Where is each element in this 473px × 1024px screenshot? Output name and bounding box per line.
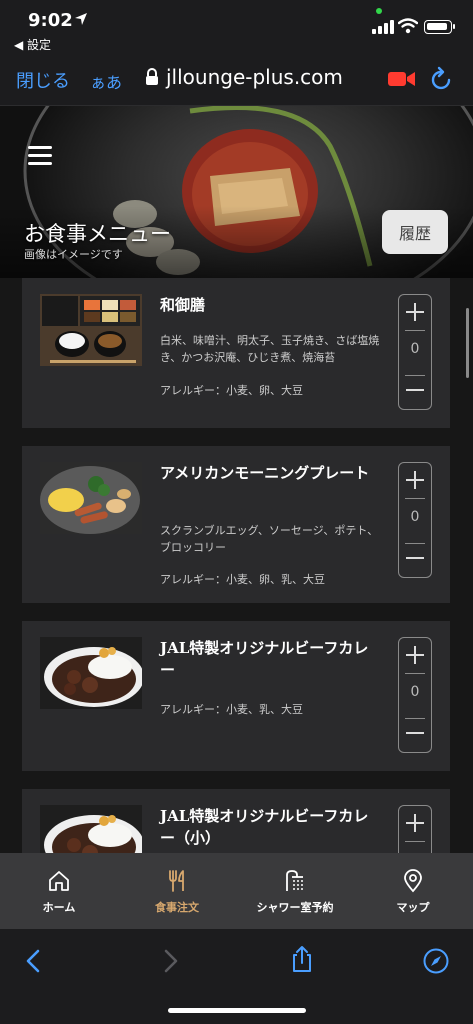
history-button[interactable]: 履歴 xyxy=(382,210,448,254)
share-icon[interactable] xyxy=(288,945,316,973)
quantity-stepper[interactable]: 0 xyxy=(398,462,432,578)
reload-icon[interactable] xyxy=(430,66,454,92)
menu-item-allergy: アレルギー：小麦、卵、大豆 xyxy=(160,384,303,397)
decrement-button[interactable] xyxy=(399,543,431,573)
wifi-icon xyxy=(398,18,418,34)
fork-knife-icon xyxy=(169,870,184,892)
nav-item-shower-booking[interactable]: シャワー室予約 xyxy=(236,853,354,929)
nav-label: マップ xyxy=(396,901,430,914)
menu-item-title: JAL特製オリジナルビーフカレー xyxy=(160,639,369,679)
menu-list[interactable]: 和御膳 白米、味噌汁、明太子、玉子焼き、さば塩焼き、かつお沢庵、ひじき煮、焼海苔… xyxy=(0,278,473,853)
location-arrow-icon xyxy=(75,13,87,25)
battery-icon xyxy=(424,20,455,34)
nav-item-home[interactable]: ホーム xyxy=(0,853,118,929)
back-arrow-icon[interactable] xyxy=(20,947,48,975)
hero-banner: お食事メニュー 画像はイメージです 履歴 xyxy=(0,106,473,278)
quantity-value: 0 xyxy=(410,684,420,700)
stepper-divider xyxy=(405,841,425,842)
text-size-button[interactable]: ぁあ xyxy=(90,69,122,93)
stepper-divider xyxy=(405,673,425,674)
page-title: お食事メニュー xyxy=(24,222,171,246)
close-button[interactable]: 閉じる xyxy=(16,67,70,93)
beef-curry-image xyxy=(40,637,142,709)
nav-label: 食事注文 xyxy=(155,901,199,914)
decrement-button[interactable] xyxy=(399,718,431,748)
increment-button[interactable] xyxy=(399,808,431,838)
browser-url-bar: 閉じる ぁあ jllounge-plus.com xyxy=(0,56,473,106)
menu-item-title: JAL特製オリジナルビーフカレー（小） xyxy=(160,807,369,847)
compass-icon[interactable] xyxy=(422,947,450,975)
camera-recording-icon[interactable] xyxy=(388,70,416,88)
american-plate-image xyxy=(40,462,142,534)
image-disclaimer: 画像はイメージです xyxy=(24,248,123,261)
quantity-value: 0 xyxy=(410,341,420,357)
status-bar: 9:02 ◀ 設定 xyxy=(0,0,473,56)
menu-item-description: スクランブルエッグ、ソーセージ、ポテト、ブロッコリー xyxy=(160,524,379,554)
forward-arrow-icon[interactable] xyxy=(156,947,184,975)
status-time: 9:02 xyxy=(28,10,73,31)
menu-item-title: アメリカンモーニングプレート xyxy=(160,464,370,482)
washoku-image xyxy=(40,294,142,366)
menu-item-title: 和御膳 xyxy=(160,296,206,314)
map-pin-icon xyxy=(404,869,422,893)
menu-item-card: JAL特製オリジナルビーフカレー（小） 0 xyxy=(22,789,450,853)
back-to-settings-link[interactable]: ◀ 設定 xyxy=(14,36,51,53)
quantity-stepper[interactable]: 0 xyxy=(398,637,432,753)
shower-icon xyxy=(286,870,303,891)
nav-label: シャワー室予約 xyxy=(256,901,334,914)
increment-button[interactable] xyxy=(399,465,431,495)
cellular-signal-icon xyxy=(372,20,394,34)
decrement-button[interactable] xyxy=(399,375,431,405)
nav-item-food-order[interactable]: 食事注文 xyxy=(118,853,236,929)
nav-item-map[interactable]: マップ xyxy=(354,853,472,929)
beef-curry-small-image xyxy=(40,805,142,853)
menu-hamburger-icon[interactable] xyxy=(28,146,52,165)
quantity-stepper[interactable]: 0 xyxy=(398,805,432,853)
quantity-value: 0 xyxy=(410,509,420,525)
home-indicator[interactable] xyxy=(168,1008,306,1013)
stepper-divider xyxy=(405,330,425,331)
increment-button[interactable] xyxy=(399,297,431,327)
lock-icon xyxy=(146,68,158,85)
menu-item-allergy: アレルギー：小麦、乳、大豆 xyxy=(160,703,303,716)
nav-label: ホーム xyxy=(42,901,76,914)
camera-in-use-indicator xyxy=(376,8,382,14)
menu-item-card: JAL特製オリジナルビーフカレー アレルギー：小麦、乳、大豆 0 xyxy=(22,621,450,771)
menu-item-allergy: アレルギー：小麦、卵、乳、大豆 xyxy=(160,573,325,586)
home-icon xyxy=(49,871,69,891)
bottom-nav: ホーム 食事注文 シャワー室予約 マップ xyxy=(0,853,473,929)
menu-item-card: 和御膳 白米、味噌汁、明太子、玉子焼き、さば塩焼き、かつお沢庵、ひじき煮、焼海苔… xyxy=(22,278,450,428)
menu-item-card: アメリカンモーニングプレート スクランブルエッグ、ソーセージ、ポテト、ブロッコリ… xyxy=(22,446,450,603)
menu-item-description: 白米、味噌汁、明太子、玉子焼き、さば塩焼き、かつお沢庵、ひじき煮、焼海苔 xyxy=(160,334,380,364)
scrollbar-thumb[interactable] xyxy=(466,308,469,378)
url-domain[interactable]: jllounge-plus.com xyxy=(166,65,343,89)
stepper-divider xyxy=(405,498,425,499)
quantity-stepper[interactable]: 0 xyxy=(398,294,432,410)
increment-button[interactable] xyxy=(399,640,431,670)
